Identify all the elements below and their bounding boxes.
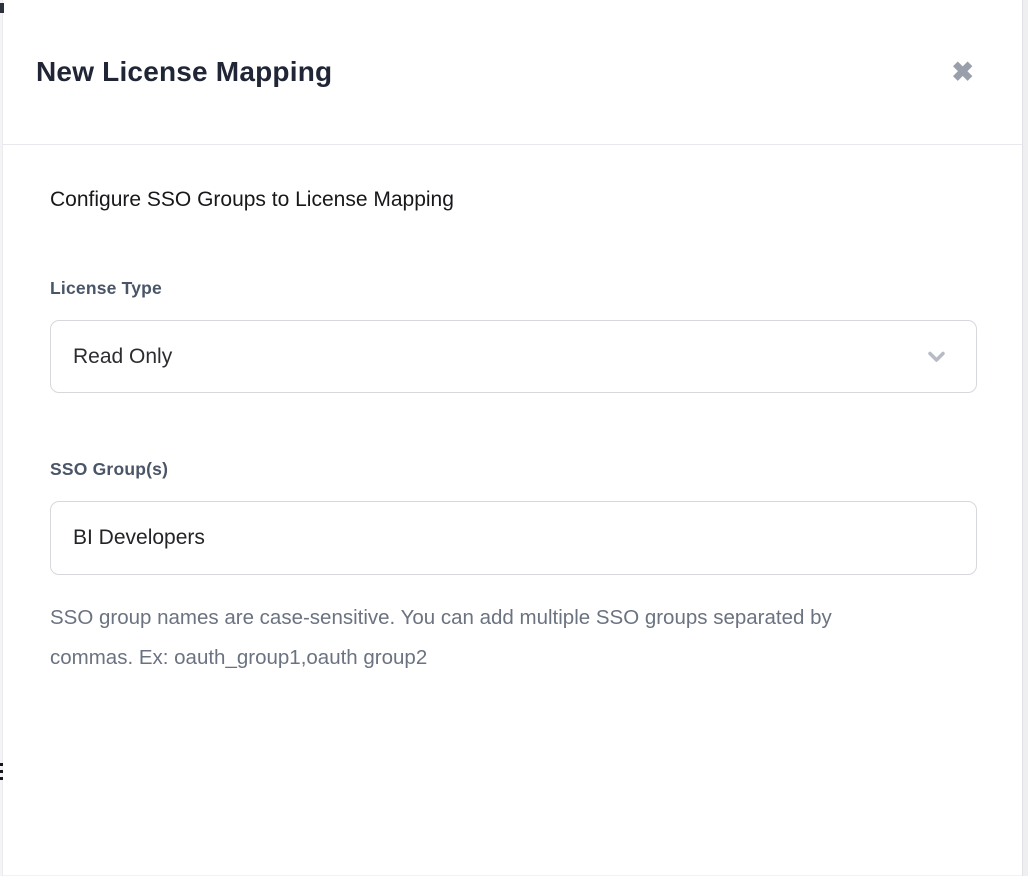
sso-groups-help-text: SSO group names are case-sensitive. You … (50, 598, 902, 678)
background-list-icon (0, 763, 4, 784)
chevron-down-icon (923, 343, 950, 370)
sso-groups-input[interactable] (50, 501, 977, 575)
new-license-mapping-modal: New License Mapping ✖ Configure SSO Grou… (3, 0, 1022, 876)
sso-groups-label: SSO Group(s) (50, 459, 971, 480)
modal-header: New License Mapping ✖ (3, 0, 1022, 145)
license-type-selected-value: Read Only (73, 345, 172, 369)
background-artifact (0, 3, 4, 13)
license-type-select[interactable]: Read Only (50, 320, 977, 393)
modal-subtitle: Configure SSO Groups to License Mapping (50, 188, 971, 212)
close-button[interactable]: ✖ (947, 55, 978, 90)
page-behind-left-edge (0, 0, 3, 876)
page-behind-right-edge (1022, 0, 1028, 876)
close-icon: ✖ (951, 57, 974, 87)
license-type-label: License Type (50, 278, 971, 299)
modal-body: Configure SSO Groups to License Mapping … (3, 145, 1022, 678)
modal-title: New License Mapping (36, 56, 332, 88)
